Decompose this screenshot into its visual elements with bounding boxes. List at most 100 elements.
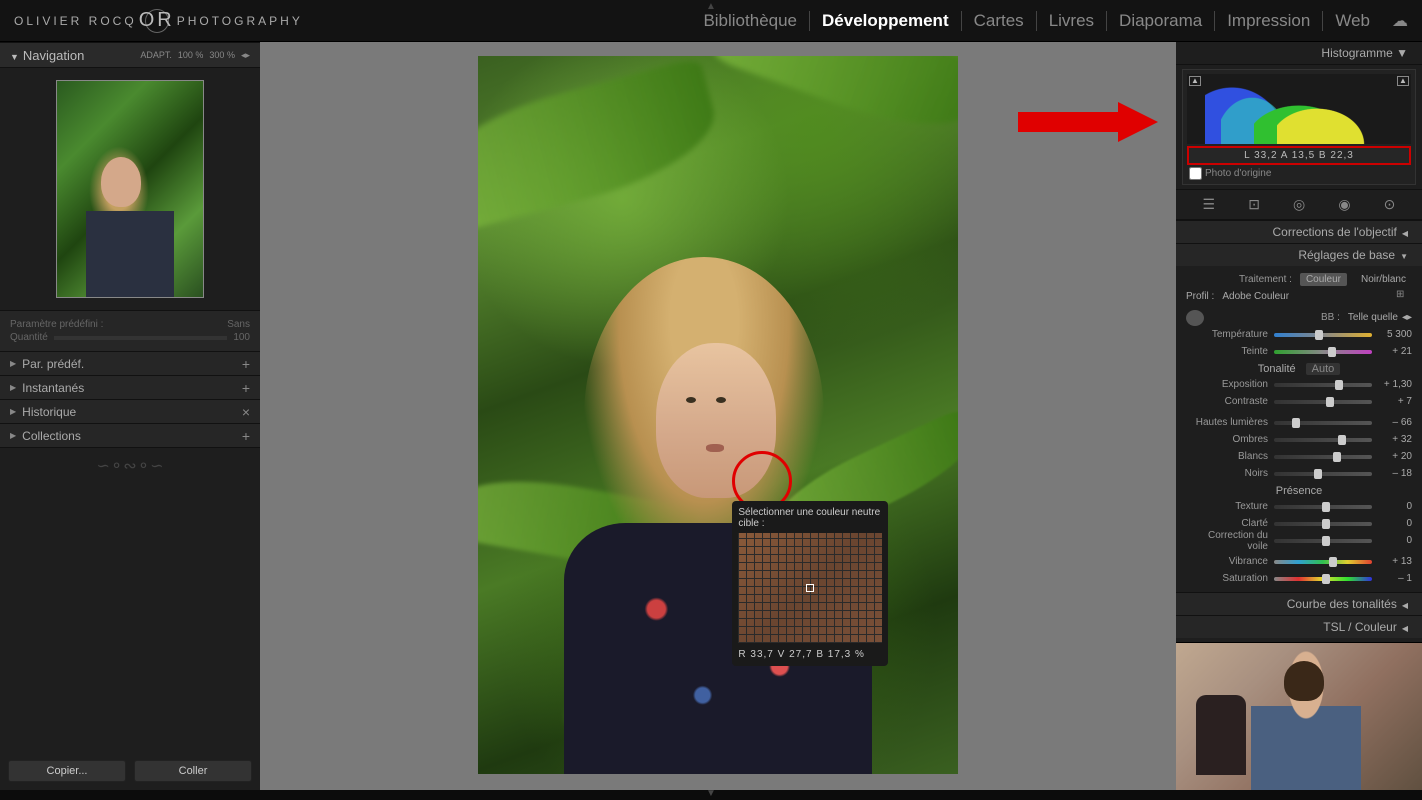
blacks-slider[interactable] bbox=[1274, 472, 1372, 476]
saturation-slider[interactable] bbox=[1274, 577, 1372, 581]
wb-picker-icon[interactable] bbox=[1186, 310, 1204, 326]
tone-heading: Tonalité bbox=[1258, 363, 1296, 375]
contrast-value[interactable]: + 7 bbox=[1378, 396, 1412, 407]
exposure-value[interactable]: + 1,30 bbox=[1378, 379, 1412, 390]
contrast-slider[interactable] bbox=[1274, 400, 1372, 404]
webcam-overlay bbox=[1176, 642, 1422, 790]
logo-left: OLIVIER ROCQ bbox=[14, 14, 137, 28]
module-book[interactable]: Livres bbox=[1037, 11, 1107, 31]
profile-dropdown[interactable]: Adobe Couleur bbox=[1222, 291, 1396, 302]
temp-slider[interactable] bbox=[1274, 333, 1372, 337]
highlights-value[interactable]: – 66 bbox=[1378, 417, 1412, 428]
temp-value[interactable]: 5 300 bbox=[1378, 329, 1412, 340]
shadows-slider[interactable] bbox=[1274, 438, 1372, 442]
blacks-value[interactable]: – 18 bbox=[1378, 468, 1412, 479]
basic-panel-header[interactable]: Réglages de base▼ bbox=[1176, 243, 1422, 266]
vibrance-value[interactable]: + 13 bbox=[1378, 556, 1412, 567]
original-photo-toggle[interactable]: Photo d'origine bbox=[1187, 165, 1411, 180]
texture-slider[interactable] bbox=[1274, 505, 1372, 509]
logo-monogram: OR bbox=[145, 9, 169, 33]
profile-label: Profil : bbox=[1186, 291, 1214, 302]
saturation-label: Saturation bbox=[1186, 573, 1268, 584]
mask-tool-icon[interactable]: ◉ bbox=[1338, 196, 1350, 213]
clarity-slider[interactable] bbox=[1274, 522, 1372, 526]
saturation-value[interactable]: – 1 bbox=[1378, 573, 1412, 584]
redeye-tool-icon[interactable]: ⊙ bbox=[1384, 196, 1396, 213]
module-web[interactable]: Web bbox=[1323, 11, 1382, 31]
module-library[interactable]: Bibliothèque bbox=[691, 11, 810, 31]
copy-button[interactable]: Copier... bbox=[8, 760, 126, 782]
auto-tone-button[interactable]: Auto bbox=[1306, 363, 1341, 375]
crop-tool-icon[interactable]: ⊡ bbox=[1248, 196, 1260, 213]
module-map[interactable]: Cartes bbox=[962, 11, 1037, 31]
filmstrip-toggle[interactable]: ▼ bbox=[706, 788, 716, 799]
blacks-label: Noirs bbox=[1186, 468, 1268, 479]
navigator-preview[interactable] bbox=[56, 80, 204, 298]
dehaze-label: Correction du voile bbox=[1186, 530, 1268, 552]
panel-ornament: ∽⚬∾⚬∽ bbox=[0, 448, 260, 484]
image-canvas[interactable]: Sélectionner une couleur neutre cible : … bbox=[260, 42, 1176, 790]
module-print[interactable]: Impression bbox=[1215, 11, 1323, 31]
snapshots-panel[interactable]: ▶Instantanés+ bbox=[0, 376, 260, 400]
clarity-label: Clarté bbox=[1186, 518, 1268, 529]
lens-corrections-header[interactable]: Corrections de l'objectif◀ bbox=[1176, 220, 1422, 243]
whites-label: Blancs bbox=[1186, 451, 1268, 462]
clarity-value[interactable]: 0 bbox=[1378, 518, 1412, 529]
texture-label: Texture bbox=[1186, 501, 1268, 512]
dehaze-value[interactable]: 0 bbox=[1378, 535, 1412, 546]
wb-label: BB : bbox=[1204, 312, 1340, 323]
profile-row: Profil : Adobe Couleur bbox=[1186, 289, 1412, 304]
module-picker: Bibliothèque Développement Cartes Livres… bbox=[691, 11, 1408, 31]
contrast-label: Contraste bbox=[1186, 396, 1268, 407]
preset-label: Paramètre prédéfini : bbox=[10, 319, 103, 330]
highlights-label: Hautes lumières bbox=[1186, 417, 1268, 428]
top-panel-toggle[interactable]: ▲ bbox=[706, 1, 716, 12]
presets-panel[interactable]: ▶Par. prédéf.+ bbox=[0, 352, 260, 376]
navigator-zoom[interactable]: ADAPT.100 %300 %◂▸ bbox=[134, 50, 250, 61]
profile-browser-icon[interactable] bbox=[1396, 289, 1412, 305]
preset-amount-label: Quantité bbox=[10, 332, 48, 343]
texture-value[interactable]: 0 bbox=[1378, 501, 1412, 512]
vibrance-slider[interactable] bbox=[1274, 560, 1372, 564]
tone-curve-header[interactable]: Courbe des tonalités◀ bbox=[1176, 592, 1422, 615]
paste-button[interactable]: Coller bbox=[134, 760, 252, 782]
shadows-value[interactable]: + 32 bbox=[1378, 434, 1412, 445]
histogram-header[interactable]: Histogramme ▼ bbox=[1176, 42, 1422, 65]
wb-dropdown[interactable]: Telle quelle bbox=[1348, 312, 1398, 323]
right-panel: Histogramme ▼ ▲ ▲ L 33,2 A 13,5 B 22,3 P… bbox=[1176, 42, 1422, 790]
histogram[interactable]: ▲ ▲ bbox=[1187, 74, 1411, 144]
history-panel[interactable]: ▶Historique× bbox=[0, 400, 260, 424]
highlights-slider[interactable] bbox=[1274, 421, 1372, 425]
local-adjust-toolstrip: ☰ ⊡ ◎ ◉ ⊙ bbox=[1176, 189, 1422, 220]
sliders-tool-icon[interactable]: ☰ bbox=[1203, 196, 1216, 213]
whites-value[interactable]: + 20 bbox=[1378, 451, 1412, 462]
shadows-label: Ombres bbox=[1186, 434, 1268, 445]
treatment-bw[interactable]: Noir/blanc bbox=[1355, 273, 1412, 286]
dehaze-slider[interactable] bbox=[1274, 539, 1372, 543]
wb-picker-loupe: Sélectionner une couleur neutre cible : … bbox=[732, 501, 888, 666]
navigator-header[interactable]: ▼Navigation ADAPT.100 %300 %◂▸ bbox=[0, 42, 260, 68]
shadow-clip-icon[interactable]: ▲ bbox=[1189, 76, 1201, 86]
highlight-clip-icon[interactable]: ▲ bbox=[1397, 76, 1409, 86]
collections-panel[interactable]: ▶Collections+ bbox=[0, 424, 260, 448]
lab-readout: L 33,2 A 13,5 B 22,3 bbox=[1187, 146, 1411, 165]
app-logo: OLIVIER ROCQ OR PHOTOGRAPHY bbox=[14, 9, 303, 33]
preset-amount-slider[interactable] bbox=[54, 336, 228, 340]
exposure-slider[interactable] bbox=[1274, 383, 1372, 387]
module-develop[interactable]: Développement bbox=[810, 11, 962, 31]
cloud-sync-icon[interactable]: ☁ bbox=[1392, 11, 1408, 31]
vibrance-label: Vibrance bbox=[1186, 556, 1268, 567]
tint-slider[interactable] bbox=[1274, 350, 1372, 354]
tsl-header[interactable]: TSL / Couleur◀ bbox=[1176, 615, 1422, 638]
left-panel: ▼Navigation ADAPT.100 %300 %◂▸ Paramètre… bbox=[0, 42, 260, 790]
loupe-grid bbox=[738, 533, 882, 643]
heal-tool-icon[interactable]: ◎ bbox=[1293, 196, 1305, 213]
treatment-color[interactable]: Couleur bbox=[1300, 273, 1347, 286]
module-slideshow[interactable]: Diaporama bbox=[1107, 11, 1215, 31]
annotation-arrow bbox=[1018, 102, 1158, 140]
preset-preview-box: Paramètre prédéfini :Sans Quantité100 bbox=[0, 310, 260, 352]
tint-label: Teinte bbox=[1186, 346, 1268, 357]
preset-amount-value: 100 bbox=[233, 332, 250, 343]
whites-slider[interactable] bbox=[1274, 455, 1372, 459]
tint-value[interactable]: + 21 bbox=[1378, 346, 1412, 357]
